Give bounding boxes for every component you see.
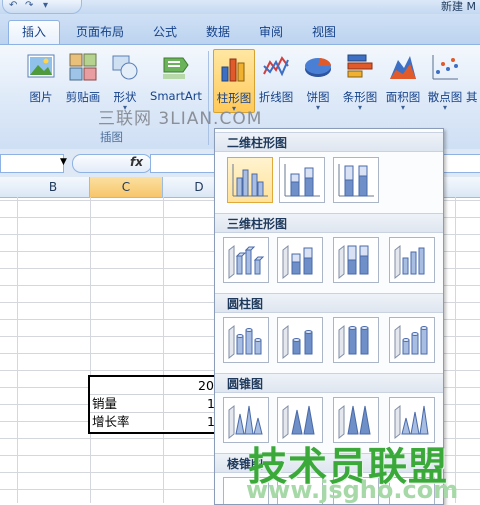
name-box[interactable] <box>0 154 64 173</box>
column-header-b[interactable]: B <box>17 177 90 198</box>
ribbon-tabs: 插入 页面布局 公式 数据 审阅 视图 <box>0 14 480 45</box>
column-header-c[interactable]: C <box>90 177 163 198</box>
3d-stacked-column-icon <box>282 244 313 280</box>
bar-chart-icon <box>347 54 373 78</box>
redo-icon[interactable]: ↷ <box>25 0 33 12</box>
table-row[interactable]: 销量 1 <box>90 395 230 413</box>
chart-type-clustered-cylinder[interactable] <box>223 317 269 363</box>
insert-function-icon[interactable]: fx <box>130 155 143 169</box>
chart-type-clustered-column[interactable] <box>227 157 273 203</box>
tab-review[interactable]: 审阅 <box>259 21 283 43</box>
table-divider <box>163 377 164 430</box>
pie-chart-button[interactable]: 饼图 ▾ <box>300 49 336 112</box>
watermark-url: www.jsgho.com <box>246 476 459 504</box>
clustered-cylinder-icon <box>228 324 262 360</box>
other-chart-button[interactable]: 其 <box>466 49 480 111</box>
chart-type-100-stacked-column[interactable] <box>333 157 379 203</box>
3d-clustered-column-icon <box>228 244 265 280</box>
pie-chart-icon <box>305 58 332 77</box>
tab-insert[interactable]: 插入 <box>8 20 60 45</box>
window-title: 新建 M <box>441 0 476 13</box>
tab-formulas[interactable]: 公式 <box>153 21 177 43</box>
clustered-cone-icon <box>228 404 263 440</box>
chart-type-3d-cylinder[interactable] <box>389 317 435 363</box>
clipart-icon <box>69 53 97 81</box>
row-label-sales[interactable]: 销量 <box>92 395 117 412</box>
line-chart-icon <box>263 56 289 77</box>
chart-type-stacked-cylinder[interactable] <box>277 317 323 363</box>
stacked-cone-icon <box>282 404 315 440</box>
gallery-section-cylinder: 圆柱图 <box>215 293 443 313</box>
data-table: 20 销量 1 增长率 1 <box>88 375 232 434</box>
table-header-value[interactable]: 20 <box>198 377 214 394</box>
chart-type-stacked-column[interactable] <box>279 157 325 203</box>
tab-view[interactable]: 视图 <box>312 21 336 43</box>
scatter-chart-icon <box>432 55 458 80</box>
clustered-column-icon <box>232 164 268 197</box>
chart-type-100-stacked-cylinder[interactable] <box>333 317 379 363</box>
clipart-button[interactable]: 剪贴画 <box>62 49 104 111</box>
tab-data[interactable]: 数据 <box>206 21 230 43</box>
line-chart-button[interactable]: 折线图 <box>257 49 295 111</box>
picture-button[interactable]: 图片 <box>22 49 60 111</box>
area-chart-icon <box>390 56 416 79</box>
smartart-button[interactable]: SmartArt <box>148 49 204 111</box>
shapes-button[interactable]: 形状 ▾ <box>106 49 144 112</box>
column-chart-icon <box>221 58 245 82</box>
quick-access-toolbar[interactable]: ↶ ↷ ▾ <box>2 0 82 14</box>
3d-cone-icon <box>394 404 429 440</box>
chart-type-3d-clustered-column[interactable] <box>223 237 269 283</box>
chart-type-3d-column[interactable] <box>389 237 435 283</box>
row-label-growth[interactable]: 增长率 <box>92 413 130 430</box>
watermark-text: 三联网 3LIAN.COM <box>98 109 263 129</box>
picture-icon <box>27 54 55 78</box>
gallery-section-3d-column: 三维柱形图 <box>215 213 443 233</box>
gallery-section-2d-column: 二维柱形图 <box>215 132 443 152</box>
undo-icon[interactable]: ↶ <box>9 0 17 12</box>
table-row[interactable]: 增长率 1 <box>90 413 230 430</box>
stacked-cylinder-icon <box>282 324 313 360</box>
area-chart-button[interactable]: 面积图 ▾ <box>384 49 422 112</box>
3d-column-icon <box>394 244 425 280</box>
illustrations-group-label: 插图 <box>100 130 123 144</box>
select-all-corner[interactable] <box>0 177 18 198</box>
name-box-dropdown-icon[interactable]: ▼ <box>60 157 67 167</box>
percent-stacked-cone-icon <box>338 404 371 440</box>
3d-percent-stacked-column-icon <box>338 244 369 280</box>
gallery-section-cone: 圆锥图 <box>215 373 443 393</box>
group-separator <box>208 51 209 145</box>
shapes-icon <box>112 55 138 80</box>
percent-stacked-column-icon <box>338 164 374 197</box>
chart-type-3d-100-stacked-column[interactable] <box>333 237 379 283</box>
tab-page-layout[interactable]: 页面布局 <box>76 21 124 43</box>
table-row[interactable]: 20 <box>90 377 230 395</box>
percent-stacked-cylinder-icon <box>338 324 369 360</box>
3d-cylinder-icon <box>394 324 428 360</box>
smartart-icon <box>163 57 189 79</box>
scatter-chart-button[interactable]: 散点图 ▾ <box>425 49 465 112</box>
chart-type-3d-stacked-column[interactable] <box>277 237 323 283</box>
stacked-column-icon <box>284 164 320 197</box>
title-bar: ↶ ↷ ▾ 新建 M <box>0 0 480 15</box>
dropdown-icon[interactable]: ▾ <box>43 0 48 12</box>
bar-chart-button[interactable]: 条形图 ▾ <box>340 49 380 112</box>
